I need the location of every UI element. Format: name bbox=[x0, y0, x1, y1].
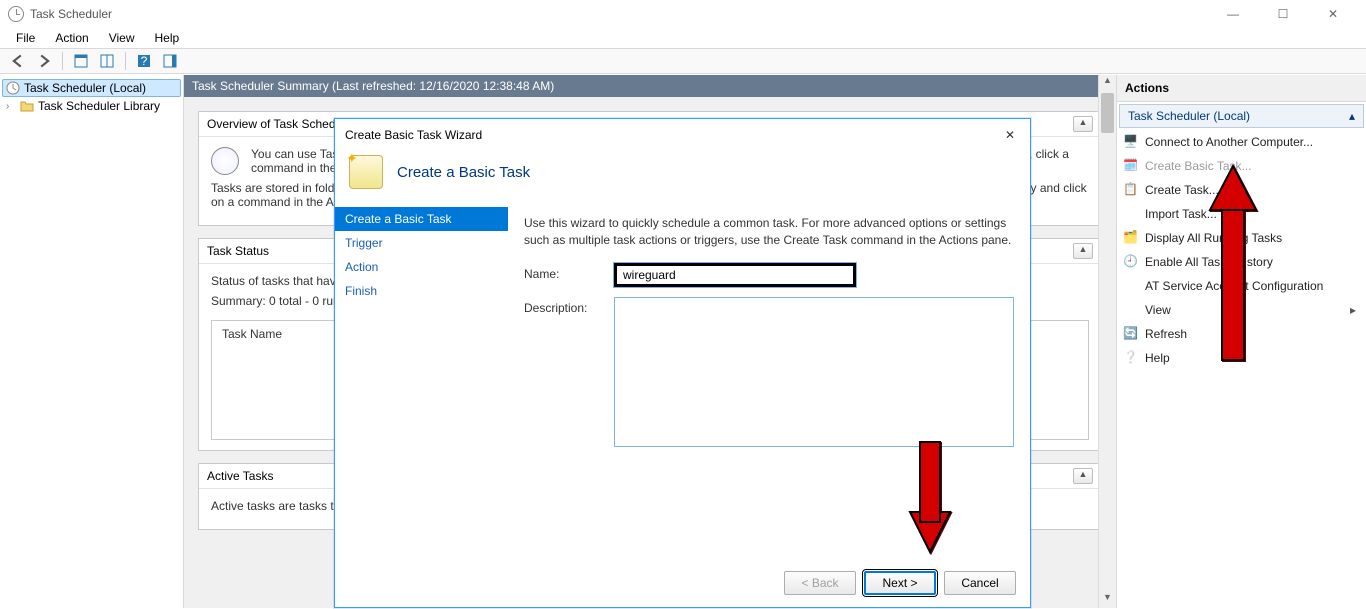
tree-library[interactable]: › Task Scheduler Library bbox=[2, 97, 181, 115]
close-icon[interactable]: ✕ bbox=[1000, 125, 1020, 145]
back-icon[interactable] bbox=[6, 51, 30, 71]
clock-app-icon bbox=[8, 6, 24, 22]
history-icon: 🕘 bbox=[1123, 254, 1139, 270]
wizard-step-basic[interactable]: Create a Basic Task bbox=[335, 207, 508, 231]
running-icon: 🗂️ bbox=[1123, 230, 1139, 246]
task-name-header: Task Name bbox=[222, 327, 282, 341]
maximize-button[interactable]: ☐ bbox=[1268, 7, 1298, 21]
wizard-step-trigger[interactable]: Trigger bbox=[335, 231, 508, 255]
description-input[interactable] bbox=[614, 297, 1014, 447]
collapse-icon[interactable]: ▲ bbox=[1073, 116, 1093, 132]
cancel-button[interactable]: Cancel bbox=[944, 571, 1016, 595]
description-label: Description: bbox=[524, 297, 600, 315]
menu-help[interactable]: Help bbox=[147, 29, 188, 47]
wizard-icon: 🗓️ bbox=[1123, 158, 1139, 174]
menu-action[interactable]: Action bbox=[47, 29, 96, 47]
scrollbar[interactable]: ▲ ▼ bbox=[1098, 75, 1116, 608]
scroll-thumb[interactable] bbox=[1101, 93, 1114, 133]
wizard-step-action[interactable]: Action bbox=[335, 255, 508, 279]
help-icon: ❔ bbox=[1123, 350, 1139, 366]
service-icon bbox=[1123, 278, 1139, 294]
name-input[interactable] bbox=[614, 263, 856, 287]
name-label: Name: bbox=[524, 263, 600, 281]
action-at-service[interactable]: AT Service Account Configuration bbox=[1117, 274, 1366, 298]
toolbar: ? bbox=[0, 48, 1366, 74]
titlebar: Task Scheduler — ☐ ✕ bbox=[0, 0, 1366, 28]
wizard-heading: Create a Basic Task bbox=[397, 164, 530, 181]
action-enable-history[interactable]: 🕘Enable All Tasks History bbox=[1117, 250, 1366, 274]
collapse-icon[interactable]: ▲ bbox=[1073, 468, 1093, 484]
minimize-button[interactable]: — bbox=[1218, 7, 1248, 21]
computer-icon: 🖥️ bbox=[1123, 134, 1139, 150]
wizard-step-finish[interactable]: Finish bbox=[335, 279, 508, 303]
actions-subheader[interactable]: Task Scheduler (Local) ▴ bbox=[1119, 104, 1364, 128]
clock-icon bbox=[6, 81, 20, 95]
task-icon: 📋 bbox=[1123, 182, 1139, 198]
task-status-title: Task Status bbox=[207, 244, 269, 258]
tree-root-label: Task Scheduler (Local) bbox=[24, 81, 146, 95]
scroll-down-icon[interactable]: ▼ bbox=[1099, 592, 1116, 608]
action-refresh[interactable]: 🔄Refresh bbox=[1117, 322, 1366, 346]
back-button: < Back bbox=[784, 571, 856, 595]
view-icon bbox=[1123, 302, 1139, 318]
menu-view[interactable]: View bbox=[101, 29, 143, 47]
window-title: Task Scheduler bbox=[30, 7, 1218, 21]
scroll-up-icon[interactable]: ▲ bbox=[1099, 75, 1116, 91]
tree-library-label: Task Scheduler Library bbox=[38, 99, 160, 113]
help-icon[interactable]: ? bbox=[132, 51, 156, 71]
task-overview-icon bbox=[211, 147, 239, 175]
action-connect[interactable]: 🖥️Connect to Another Computer... bbox=[1117, 130, 1366, 154]
tree-root[interactable]: Task Scheduler (Local) bbox=[2, 79, 181, 97]
panel-icon[interactable] bbox=[69, 51, 93, 71]
wizard-hint: Use this wizard to quickly schedule a co… bbox=[524, 215, 1014, 249]
action-view[interactable]: View▸ bbox=[1117, 298, 1366, 322]
create-basic-task-wizard: Create Basic Task Wizard ✕ Create a Basi… bbox=[334, 118, 1031, 608]
summary-bar: Task Scheduler Summary (Last refreshed: … bbox=[184, 75, 1116, 97]
svg-text:?: ? bbox=[141, 54, 148, 68]
actions-pane: Actions Task Scheduler (Local) ▴ 🖥️Conne… bbox=[1116, 75, 1366, 608]
collapse-icon[interactable]: ▲ bbox=[1073, 243, 1093, 259]
menubar: File Action View Help bbox=[0, 28, 1366, 48]
wizard-title: Create Basic Task Wizard bbox=[345, 128, 482, 142]
columns-icon[interactable] bbox=[95, 51, 119, 71]
collapse-icon: ▴ bbox=[1349, 109, 1355, 123]
chevron-right-icon: › bbox=[6, 101, 16, 112]
menu-file[interactable]: File bbox=[8, 29, 43, 47]
import-icon bbox=[1123, 206, 1139, 222]
refresh-icon: 🔄 bbox=[1123, 326, 1139, 342]
next-button[interactable]: Next > bbox=[864, 571, 936, 595]
action-pane-icon[interactable] bbox=[158, 51, 182, 71]
action-help[interactable]: ❔Help bbox=[1117, 346, 1366, 370]
action-create-task[interactable]: 📋Create Task... bbox=[1117, 178, 1366, 202]
active-tasks-title: Active Tasks bbox=[207, 469, 273, 483]
action-create-basic[interactable]: 🗓️Create Basic Task... bbox=[1117, 154, 1366, 178]
folder-icon bbox=[20, 99, 34, 113]
wizard-steps: Create a Basic Task Trigger Action Finis… bbox=[335, 207, 508, 567]
wizard-big-icon bbox=[349, 155, 383, 189]
tree-pane: Task Scheduler (Local) › Task Scheduler … bbox=[0, 75, 184, 608]
forward-icon[interactable] bbox=[32, 51, 56, 71]
chevron-right-icon: ▸ bbox=[1350, 303, 1356, 317]
close-button[interactable]: ✕ bbox=[1318, 7, 1348, 21]
action-display-running[interactable]: 🗂️Display All Running Tasks bbox=[1117, 226, 1366, 250]
action-import[interactable]: Import Task... bbox=[1117, 202, 1366, 226]
actions-header: Actions bbox=[1117, 75, 1366, 102]
